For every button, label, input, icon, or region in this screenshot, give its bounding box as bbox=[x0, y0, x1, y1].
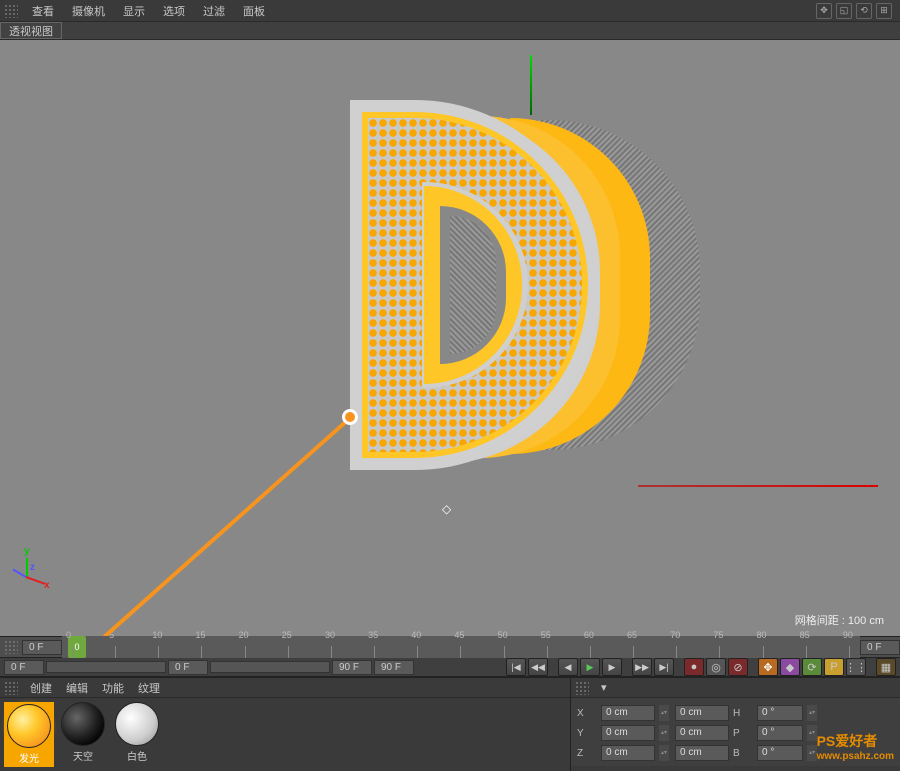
stepper-icon[interactable]: ▴▾ bbox=[807, 745, 817, 761]
menu-function[interactable]: 功能 bbox=[96, 679, 130, 697]
field-pos-z[interactable]: 0 cm bbox=[601, 745, 655, 761]
max-frame-field[interactable]: 90 F bbox=[374, 660, 414, 675]
material-label: 发光 bbox=[19, 750, 39, 765]
label-b: B bbox=[733, 748, 753, 759]
grip-icon bbox=[575, 681, 589, 695]
prev-key-button[interactable]: ◀◀ bbox=[528, 658, 548, 676]
coords-menu: ▾ bbox=[571, 678, 900, 698]
field-rot-h[interactable]: 0 ° bbox=[757, 705, 803, 721]
next-key-button[interactable]: ▶▶ bbox=[632, 658, 652, 676]
menu-edit[interactable]: 编辑 bbox=[60, 679, 94, 697]
key-rotation-button[interactable]: ⟳ bbox=[802, 658, 822, 676]
label-p: P bbox=[733, 728, 753, 739]
record-button[interactable]: ● bbox=[684, 658, 704, 676]
axis-gizmo: y x z bbox=[18, 558, 58, 598]
current-frame-field[interactable]: 0 F bbox=[168, 660, 208, 675]
material-label: 天空 bbox=[73, 748, 93, 763]
field-size-z[interactable]: 0 cm bbox=[675, 745, 729, 761]
bottom-panels: 0 F 0 0 5 10 15 20 25 30 35 40 45 50 55 … bbox=[0, 636, 900, 766]
annotation-origin-dot bbox=[342, 409, 358, 425]
watermark: PS爱好者 www.psahz.com bbox=[817, 731, 894, 762]
goto-end-button[interactable]: ▶| bbox=[654, 658, 674, 676]
autokey-button[interactable]: ◎ bbox=[706, 658, 726, 676]
material-preview-icon bbox=[115, 702, 159, 746]
materials-menu: 创建 编辑 功能 纹理 bbox=[0, 678, 570, 698]
menu-panel[interactable]: 面板 bbox=[235, 1, 273, 21]
goto-start-button[interactable]: |◀ bbox=[506, 658, 526, 676]
stepper-icon[interactable]: ▴▾ bbox=[659, 745, 669, 761]
menu-texture[interactable]: 纹理 bbox=[132, 679, 166, 697]
material-swatch-glow[interactable]: 发光 bbox=[4, 702, 54, 767]
field-rot-b[interactable]: 0 ° bbox=[757, 745, 803, 761]
scene-object-d bbox=[330, 100, 700, 500]
key-scale-button[interactable]: ◆ bbox=[780, 658, 800, 676]
grip-icon bbox=[4, 681, 18, 695]
transport-bar: 0 F 0 F 90 F 90 F |◀ ◀◀ ◀ ▶ ▶ ▶▶ ▶| ● ◎ … bbox=[0, 658, 900, 677]
label-z: Z bbox=[577, 748, 597, 759]
menu-camera[interactable]: 摄像机 bbox=[64, 1, 113, 21]
material-swatch-sky[interactable]: 天空 bbox=[58, 702, 108, 763]
key-param-button[interactable]: P bbox=[824, 658, 844, 676]
viewport-menu-bar: 查看 摄像机 显示 选项 过滤 面板 ✥ ◱ ⟲ ⊞ bbox=[0, 0, 900, 22]
label-x: X bbox=[577, 708, 597, 719]
range-slider[interactable] bbox=[46, 661, 166, 673]
field-pos-y[interactable]: 0 cm bbox=[601, 725, 655, 741]
material-swatch-white[interactable]: 白色 bbox=[112, 702, 162, 763]
material-label: 白色 bbox=[127, 748, 147, 763]
materials-list[interactable]: 发光 天空 白色 bbox=[0, 698, 570, 771]
zoom-icon[interactable]: ◱ bbox=[836, 3, 852, 19]
step-back-button[interactable]: ◀ bbox=[558, 658, 578, 676]
pivot-cursor bbox=[442, 502, 452, 512]
stepper-icon[interactable]: ▴▾ bbox=[807, 705, 817, 721]
material-preview-icon bbox=[7, 704, 51, 748]
menu-create[interactable]: 创建 bbox=[24, 679, 58, 697]
menu-view[interactable]: 查看 bbox=[24, 1, 62, 21]
field-rot-p[interactable]: 0 ° bbox=[757, 725, 803, 741]
grid-info-label: 网格间距 : 100 cm bbox=[795, 612, 884, 628]
timeline-end-field[interactable]: 0 F bbox=[860, 640, 900, 655]
menu-options[interactable]: 选项 bbox=[155, 1, 193, 21]
make-preview-button[interactable]: ▦ bbox=[876, 658, 896, 676]
step-forward-button[interactable]: ▶ bbox=[602, 658, 622, 676]
key-psr-button[interactable]: ✥ bbox=[758, 658, 778, 676]
material-preview-icon bbox=[61, 702, 105, 746]
key-pla-button[interactable]: ⋮⋮ bbox=[846, 658, 866, 676]
stepper-icon[interactable]: ▴▾ bbox=[807, 725, 817, 741]
stepper-icon[interactable]: ▴▾ bbox=[659, 725, 669, 741]
label-y: Y bbox=[577, 728, 597, 739]
materials-panel: 创建 编辑 功能 纹理 发光 天空 白色 bbox=[0, 678, 570, 771]
field-size-y[interactable]: 0 cm bbox=[675, 725, 729, 741]
grip-icon bbox=[4, 640, 18, 654]
stepper-icon[interactable]: ▴▾ bbox=[659, 705, 669, 721]
viewport-label-bar: 透视视图 bbox=[0, 22, 900, 40]
label-h: H bbox=[733, 708, 753, 719]
menu-filter[interactable]: 过滤 bbox=[195, 1, 233, 21]
range-slider-2[interactable] bbox=[210, 661, 330, 673]
move-icon[interactable]: ✥ bbox=[816, 3, 832, 19]
field-size-x[interactable]: 0 cm bbox=[675, 705, 729, 721]
viewport-label: 透视视图 bbox=[0, 22, 62, 39]
coords-drop-icon[interactable]: ▾ bbox=[595, 680, 613, 695]
timeline-bar: 0 F 0 0 5 10 15 20 25 30 35 40 45 50 55 … bbox=[0, 636, 900, 658]
play-button[interactable]: ▶ bbox=[580, 658, 600, 676]
range-start-field[interactable]: 0 F bbox=[4, 660, 44, 675]
range-end-field[interactable]: 90 F bbox=[332, 660, 372, 675]
grip-icon bbox=[4, 4, 18, 18]
d-front-face bbox=[350, 100, 600, 470]
rotate-icon[interactable]: ⟲ bbox=[856, 3, 872, 19]
viewport-3d[interactable]: y x z 网格间距 : 100 cm bbox=[0, 40, 900, 636]
viewport-controls: ✥ ◱ ⟲ ⊞ bbox=[816, 3, 896, 19]
menu-display[interactable]: 显示 bbox=[115, 1, 153, 21]
timeline-ruler[interactable]: 0 0 5 10 15 20 25 30 35 40 45 50 55 60 6… bbox=[62, 636, 860, 658]
key-options-button[interactable]: ⊘ bbox=[728, 658, 748, 676]
layout-icon[interactable]: ⊞ bbox=[876, 3, 892, 19]
timeline-start-field[interactable]: 0 F bbox=[22, 640, 62, 655]
field-pos-x[interactable]: 0 cm bbox=[601, 705, 655, 721]
